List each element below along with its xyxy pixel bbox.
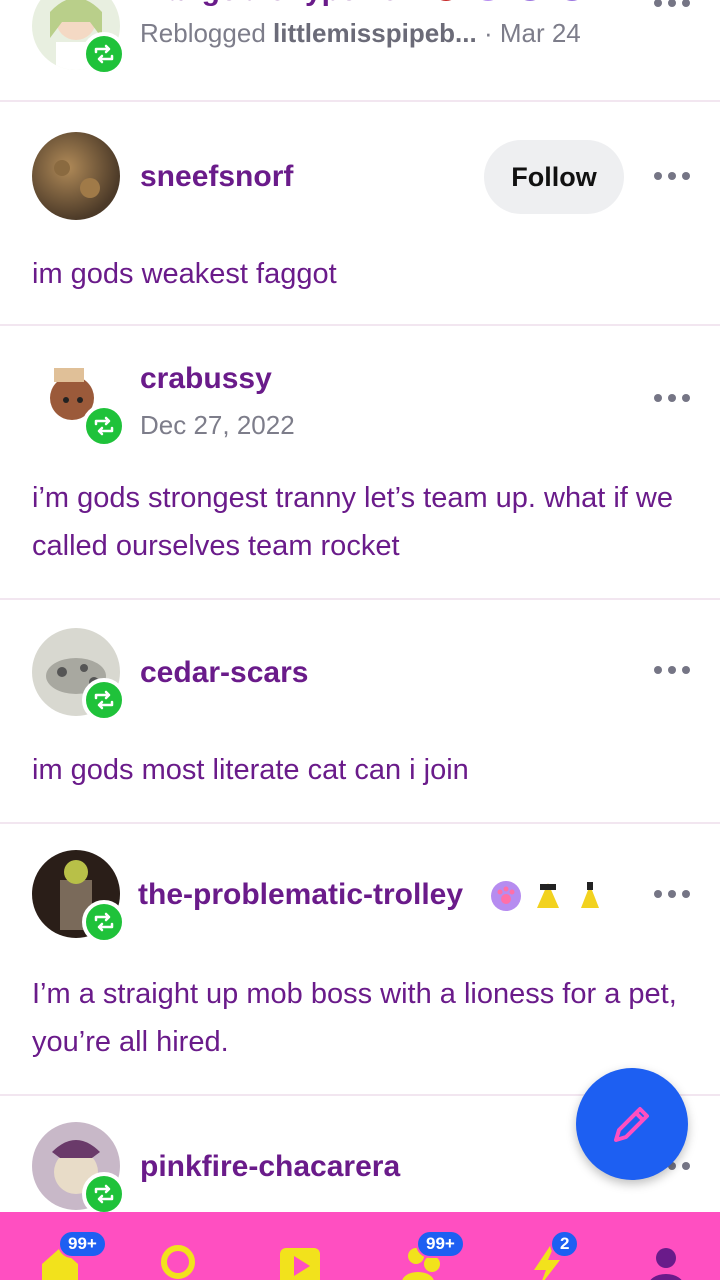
- paw-badge-icon: [482, 0, 494, 1]
- reblog-icon: [82, 900, 126, 944]
- reblogged-label: Reblogged: [140, 18, 266, 48]
- post-header: sneefsnorf Follow: [0, 132, 720, 232]
- post-username[interactable]: pinkfire-chacarera: [140, 1150, 400, 1184]
- avatar[interactable]: [32, 354, 126, 448]
- post-date: Dec 27, 2022: [140, 410, 295, 440]
- more-options-button[interactable]: [654, 166, 690, 186]
- paw-badge-icon: [491, 881, 521, 911]
- video-tab[interactable]: [254, 1212, 344, 1280]
- post-header: mangobronypower bot Reblogged littlemiss…: [0, 0, 720, 82]
- post-header: the-problematic-trolley: [0, 850, 720, 950]
- more-options-button[interactable]: [654, 388, 690, 408]
- post-card: sneefsnorf Follow im gods weakest faggot: [0, 104, 720, 326]
- post-username[interactable]: mangobronypower: [140, 0, 410, 8]
- avatar[interactable]: [32, 0, 126, 76]
- avatar[interactable]: [32, 628, 126, 722]
- post-body-text: im gods weakest faggot: [32, 258, 337, 290]
- play-icon: [280, 1248, 320, 1280]
- avatar[interactable]: [32, 850, 126, 944]
- post-username[interactable]: the-problematic-trolley: [138, 878, 463, 912]
- compose-button[interactable]: [576, 1068, 688, 1180]
- post-header: crabussy Dec 27, 2022: [0, 354, 720, 454]
- reblog-source-link[interactable]: littlemisspipeb...: [273, 18, 477, 48]
- dashboard-feed[interactable]: mangobronypower bot Reblogged littlemiss…: [0, 0, 720, 1212]
- pencil-icon: [614, 1107, 649, 1142]
- post-card: the-problematic-trolley I’m a straight u…: [0, 824, 720, 1096]
- pumpkin-badge-icon: [524, 0, 536, 1]
- reblog-icon: [82, 678, 126, 722]
- more-options-button[interactable]: [654, 884, 690, 904]
- notification-count-badge: 99+: [58, 1230, 107, 1258]
- avatar[interactable]: [32, 1122, 126, 1212]
- user-badges: [490, 880, 606, 912]
- account-icon: [650, 1248, 682, 1280]
- bottom-tab-bar: 99+ 99+ 2: [0, 1212, 720, 1280]
- community-tab[interactable]: 99+: [376, 1212, 466, 1280]
- post-username[interactable]: crabussy: [140, 362, 272, 396]
- notification-count-badge: 2: [550, 1230, 580, 1258]
- account-tab[interactable]: [620, 1212, 710, 1280]
- pikachu-badge-icon: [537, 883, 559, 908]
- post-card: cedar-scars im gods most literate cat ca…: [0, 600, 720, 824]
- follow-button[interactable]: Follow: [484, 140, 624, 214]
- post-body-text: i’m gods strongest tranny let’s team up.…: [32, 482, 673, 562]
- notification-count-badge: 99+: [416, 1230, 465, 1258]
- more-options-button[interactable]: [654, 660, 690, 680]
- user-badges: bot: [430, 0, 588, 2]
- pikachu-badge-icon: [581, 882, 599, 908]
- post-username[interactable]: sneefsnorf: [140, 160, 293, 194]
- search-icon: [161, 1245, 195, 1279]
- post-card: crabussy Dec 27, 2022 i’m gods strongest…: [0, 326, 720, 600]
- skull-badge-icon: [566, 0, 578, 1]
- post-card: mangobronypower bot Reblogged littlemiss…: [0, 0, 720, 102]
- reblog-icon: [82, 1172, 126, 1212]
- activity-tab[interactable]: 2: [500, 1212, 590, 1280]
- post-date: · Mar 24: [483, 18, 581, 48]
- more-options-button[interactable]: [654, 0, 690, 13]
- post-body-text: im gods most literate cat can i join: [32, 754, 469, 786]
- post-username[interactable]: cedar-scars: [140, 656, 308, 690]
- post-header: cedar-scars: [0, 628, 720, 728]
- post-body-text: I’m a straight up mob boss with a liones…: [32, 978, 677, 1058]
- search-tab[interactable]: [134, 1212, 224, 1280]
- bot-badge-icon: bot: [440, 0, 452, 1]
- reblog-icon: [82, 32, 126, 76]
- reblog-icon: [82, 404, 126, 448]
- home-tab[interactable]: 99+: [14, 1212, 107, 1280]
- post-meta: Reblogged littlemisspipeb... · Mar 24: [140, 18, 581, 49]
- avatar[interactable]: [32, 132, 120, 220]
